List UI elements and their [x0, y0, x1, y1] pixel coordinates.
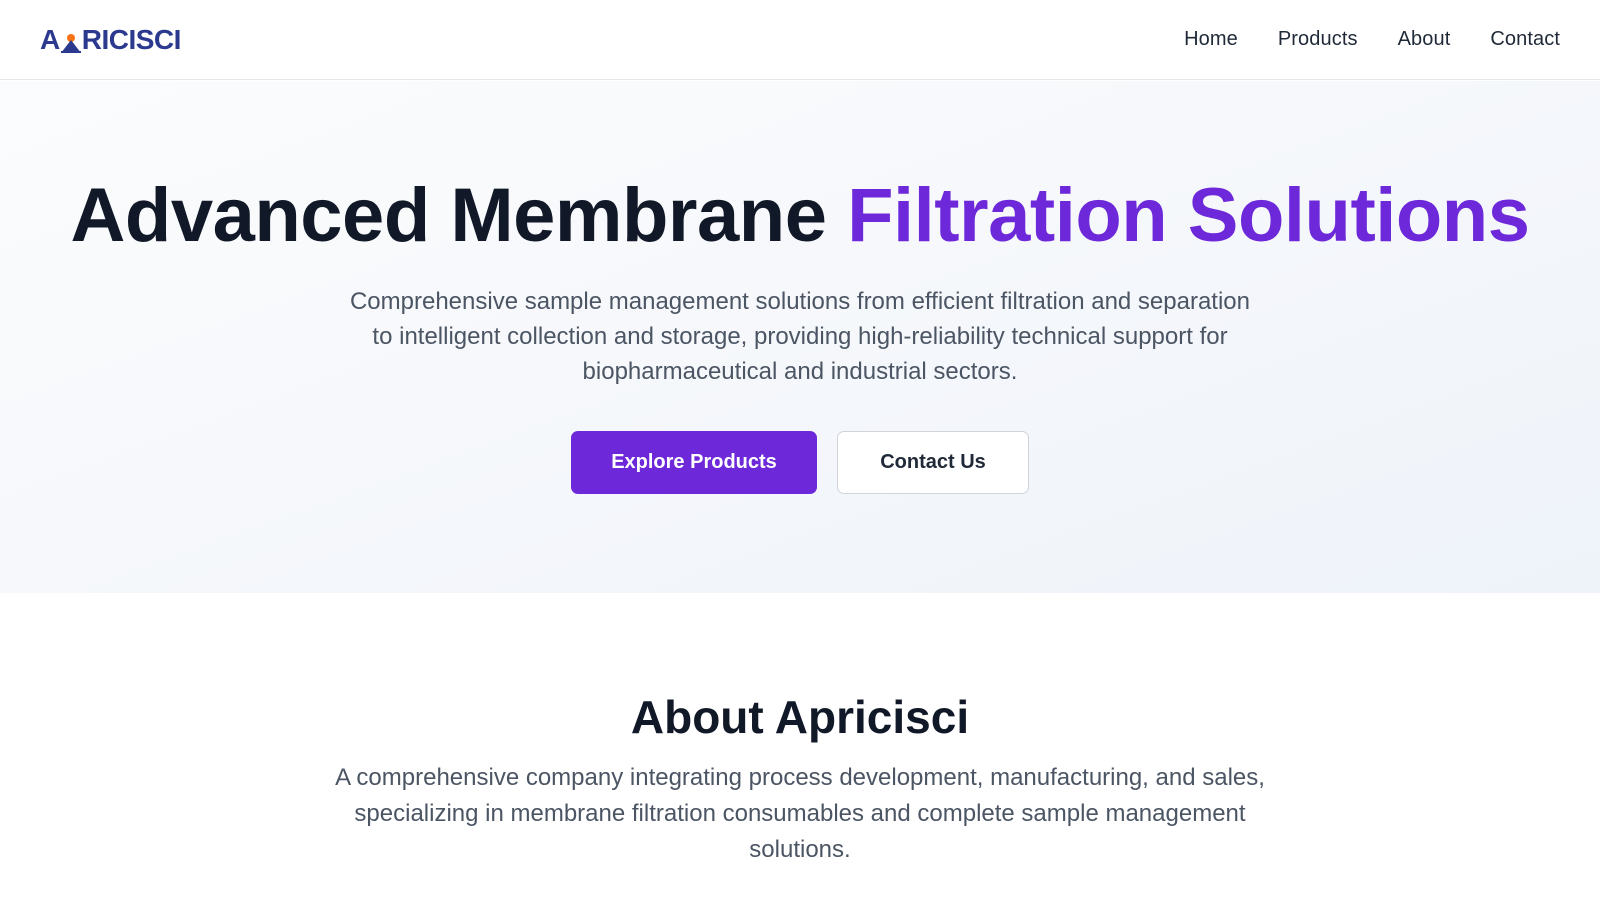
site-header: A RICISCI Home Products About Contact: [0, 0, 1600, 80]
mountain-sun-logo-icon: [60, 31, 81, 53]
hero-title: Advanced Membrane Filtration Solutions: [0, 176, 1600, 256]
logo-letters-ricisci: RICISCI: [81, 23, 182, 55]
nav-products-link[interactable]: Products: [1278, 28, 1358, 51]
logo[interactable]: A RICISCI: [40, 25, 181, 55]
main-nav: Home Products About Contact: [1184, 28, 1560, 51]
logo-letter-a: A: [40, 23, 60, 55]
hero-button-group: Explore Products Contact Us: [0, 431, 1600, 494]
hero-section: Advanced Membrane Filtration Solutions C…: [0, 81, 1600, 593]
hero-subtitle: Comprehensive sample management solution…: [349, 288, 1251, 385]
hero-title-accent: Filtration Solutions: [847, 173, 1530, 258]
hero-title-main: Advanced Membrane: [70, 173, 848, 258]
about-title: About Apricisci: [630, 691, 970, 743]
about-text: A comprehensive company integrating proc…: [335, 764, 1265, 863]
nav-about-link[interactable]: About: [1398, 28, 1451, 51]
nav-home-link[interactable]: Home: [1184, 28, 1238, 51]
nav-contact-link[interactable]: Contact: [1490, 28, 1560, 51]
explore-products-button[interactable]: Explore Products: [571, 431, 817, 494]
contact-us-button[interactable]: Contact Us: [837, 431, 1029, 494]
